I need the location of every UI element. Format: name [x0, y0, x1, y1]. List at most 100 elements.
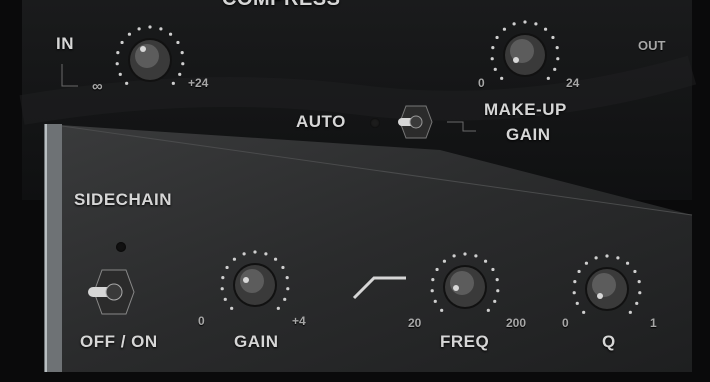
knob-scale-dot — [431, 278, 435, 282]
q-max-label: 1 — [650, 316, 657, 330]
knob-scale-dot — [512, 22, 516, 26]
knob-scale-dot — [534, 22, 538, 26]
freq-min-label: 20 — [408, 316, 422, 330]
knob-scale-dot — [232, 257, 237, 261]
sidechain-toggle-switch[interactable] — [82, 264, 148, 320]
knob-scale-dot — [491, 46, 495, 50]
knob-scale-dot — [637, 280, 641, 284]
knob-scale-dot — [253, 250, 257, 254]
knob-scale-dot — [546, 76, 550, 80]
knob-scale-dot — [283, 297, 287, 301]
auto-label: AUTO — [296, 112, 346, 131]
knob-scale-dot — [493, 67, 497, 71]
knob-indicator — [243, 277, 249, 283]
knob-scale-dot — [225, 265, 229, 270]
knob-scale-dot — [572, 291, 576, 295]
sidechain-freq-knob[interactable] — [420, 242, 510, 332]
knob-scale-dot — [116, 51, 120, 55]
knob-scale-dot — [285, 276, 289, 280]
knob-scale-dot — [137, 27, 141, 31]
knob-scale-dot — [486, 308, 490, 312]
knob-scale-dot — [125, 81, 129, 85]
knob-scale-dot — [553, 67, 557, 71]
knob-scale-dot — [171, 81, 175, 85]
out-label: OUT — [638, 38, 666, 53]
knob-scale-dot — [633, 269, 637, 274]
knob-scale-dot — [638, 291, 642, 295]
gain-min-label: 0 — [198, 314, 205, 328]
section-title: COMPRESS — [222, 0, 340, 11]
knob-scale-dot — [463, 252, 467, 256]
knob-scale-dot — [483, 259, 488, 263]
knob-scale-dot — [148, 25, 152, 29]
knob-scale-dot — [442, 259, 447, 263]
sidechain-title: SIDECHAIN — [74, 190, 173, 209]
knob-scale-dot — [584, 261, 589, 265]
knob-scale-dot — [582, 310, 586, 314]
makeup-max-label: 24 — [566, 76, 580, 90]
knob-scale-dot — [242, 252, 246, 256]
knob-scale-dot — [628, 310, 632, 314]
makeup-label-line1: MAKE-UP — [484, 100, 567, 119]
knob-scale-dot — [605, 254, 609, 258]
knob-scale-dot — [575, 301, 579, 305]
gain-max-label: +4 — [292, 314, 306, 328]
knob-scale-dot — [115, 62, 119, 66]
knob-indicator — [140, 46, 146, 52]
knob-scale-dot — [474, 254, 478, 258]
knob-indicator — [453, 285, 459, 291]
knob-scale-dot — [452, 254, 456, 258]
knob-scale-dot — [543, 27, 548, 31]
knob-scale-dot — [430, 289, 434, 293]
knob-scale-dot — [490, 57, 494, 61]
knob-scale-dot — [495, 278, 499, 282]
gain-label: GAIN — [234, 332, 279, 351]
sidechain-q-knob[interactable] — [562, 244, 652, 334]
sidechain-led — [116, 242, 126, 252]
in-label: IN — [56, 34, 74, 53]
knob-scale-dot — [500, 76, 504, 80]
makeup-gain-knob[interactable] — [480, 10, 570, 100]
knob-scale-dot — [223, 297, 227, 301]
knob-scale-dot — [264, 252, 268, 256]
knob-scale-dot — [159, 27, 163, 31]
auto-toggle-switch[interactable] — [392, 100, 444, 144]
knob-scale-dot — [496, 289, 500, 293]
sidechain-toggle-label: OFF / ON — [80, 332, 158, 351]
freq-label: FREQ — [440, 332, 490, 351]
knob-scale-dot — [230, 306, 234, 310]
knob-scale-dot — [181, 62, 185, 66]
knob-scale-dot — [616, 256, 620, 260]
knob-indicator — [513, 57, 519, 63]
sidechain-gain-knob[interactable] — [210, 240, 300, 330]
threshold-knob[interactable] — [105, 15, 195, 105]
knob-scale-dot — [178, 72, 182, 76]
knob-scale-dot — [573, 280, 577, 284]
knob-scale-dot — [556, 57, 560, 61]
knob-scale-dot — [635, 301, 639, 305]
knob-scale-dot — [127, 32, 132, 36]
knob-scale-dot — [433, 299, 437, 303]
q-label: Q — [602, 332, 616, 351]
knob-scale-dot — [502, 27, 507, 31]
knob-scale-dot — [440, 308, 444, 312]
freq-max-label: 200 — [506, 316, 527, 330]
knob-scale-dot — [551, 35, 555, 40]
knob-scale-dot — [625, 261, 630, 265]
knob-scale-dot — [273, 257, 278, 261]
q-min-label: 0 — [562, 316, 569, 330]
knob-scale-dot — [495, 35, 499, 40]
threshold-min-label: ∞ — [92, 78, 103, 95]
knob-scale-dot — [523, 20, 527, 24]
knob-scale-dot — [220, 287, 224, 291]
high-pass-filter-icon — [352, 276, 406, 300]
knob-scale-dot — [221, 276, 225, 280]
knob-scale-dot — [180, 51, 184, 55]
knob-scale-dot — [120, 40, 124, 45]
knob-scale-dot — [118, 72, 122, 76]
knob-indicator — [597, 293, 603, 299]
knob-scale-dot — [281, 265, 285, 270]
knob-scale-dot — [286, 287, 290, 291]
threshold-max-label: +24 — [188, 76, 209, 90]
knob-scale-dot — [555, 46, 559, 50]
